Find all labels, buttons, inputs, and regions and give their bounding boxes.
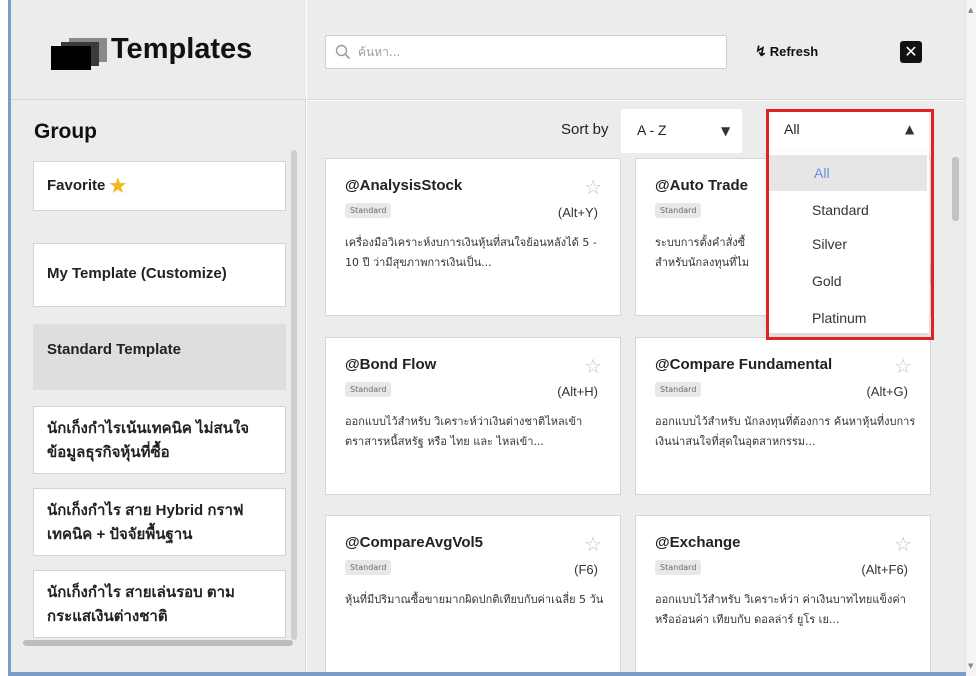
search-icon: [335, 44, 351, 60]
card-title: @Compare Fundamental: [655, 356, 833, 373]
chevron-up-icon: ▲: [905, 122, 915, 136]
tier-badge: Standard: [345, 560, 392, 575]
template-card-compare-fundamental[interactable]: @Compare Fundamental ☆ Standard (Alt+G) …: [635, 337, 931, 495]
sidebar-item-label: นักเก็งกำไร สายเล่นรอบ ตามกระแสเงินต่างช…: [47, 584, 235, 625]
card-description: หุ้นที่มีปริมาณซื้อขายมากผิดปกติเทียบกับ…: [345, 593, 604, 606]
sidebar-item-label: นักเก็งกำไร สาย Hybrid กราฟเทคนิค + ปัจจ…: [47, 502, 244, 543]
sidebar-item-my-template[interactable]: My Template (Customize): [33, 243, 286, 307]
card-description: ระบบการตั้งคำสั่งซื้ สำหรับนักลงทุนที่ไม: [655, 236, 750, 269]
shortcut-key: (F6): [574, 562, 598, 577]
filter-option-silver[interactable]: Silver: [767, 226, 929, 262]
window-edge: [8, 672, 966, 676]
content-scrollbar[interactable]: [952, 157, 959, 221]
tier-badge: Standard: [655, 560, 702, 575]
templates-content: Sort by A - Z ▼ All ▲ @AnalysisStock ☆ S…: [307, 101, 965, 673]
scroll-down-icon[interactable]: ▼: [968, 662, 973, 670]
window-scrollbar[interactable]: ▲ ▼: [965, 0, 976, 676]
sidebar-item-label: นักเก็งกำไรเน้นเทคนิค ไม่สนใจข้อมูลธุรกิ…: [47, 420, 250, 461]
card-title: @AnalysisStock: [345, 177, 463, 194]
tier-badge: Standard: [345, 203, 392, 218]
filter-dropdown-menu: All Standard Silver Gold Platinum: [767, 151, 929, 333]
card-title: @Exchange: [655, 534, 741, 551]
refresh-button[interactable]: ↯ Refresh: [755, 43, 818, 60]
search-input[interactable]: [358, 40, 718, 64]
close-icon: ✕: [904, 42, 918, 61]
close-button[interactable]: ✕: [900, 41, 922, 63]
sidebar-item-hybrid-trader[interactable]: นักเก็งกำไร สาย Hybrid กราฟเทคนิค + ปัจจ…: [33, 488, 286, 556]
group-sidebar: Templates Group Favorite ★ My Template (C…: [11, 0, 306, 672]
sort-value: A - Z: [637, 122, 667, 138]
filter-option-standard[interactable]: Standard: [767, 192, 929, 228]
card-description: ออกแบบไว้สำหรับ นักลงทุนที่ต้องการ ค้นหา…: [655, 415, 916, 448]
filter-option-gold[interactable]: Gold: [767, 263, 929, 299]
card-title: @Bond Flow: [345, 356, 437, 373]
window-edge: [8, 0, 11, 676]
card-title: @CompareAvgVol5: [345, 534, 483, 551]
card-description: เครื่องมือวิเคราะห์งบการเงินหุ้นที่สนใจย…: [345, 236, 597, 269]
shortcut-key: (Alt+H): [557, 384, 598, 399]
templates-window: Templates Group Favorite ★ My Template (C…: [0, 0, 976, 676]
sort-label: Sort by: [561, 121, 609, 138]
template-card-analysisstock[interactable]: @AnalysisStock ☆ Standard (Alt+Y) เครื่อ…: [325, 158, 621, 316]
filter-value: All: [784, 121, 800, 137]
card-description: ออกแบบไว้สำหรับ วิเคราะห์ว่าเงินต่างชาติ…: [345, 415, 583, 448]
sidebar-item-label: Standard Template: [47, 341, 181, 358]
filter-option-platinum[interactable]: Platinum: [767, 300, 929, 336]
sidebar-item-favorite[interactable]: Favorite ★: [33, 161, 286, 211]
sidebar-item-standard-template[interactable]: Standard Template: [33, 324, 286, 390]
tier-badge: Standard: [655, 203, 702, 218]
refresh-label: Refresh: [769, 44, 819, 59]
refresh-icon: ↯: [755, 43, 767, 59]
search-box[interactable]: [325, 35, 727, 69]
sidebar-item-label: Favorite: [47, 177, 106, 194]
sidebar-horizontal-scrollbar[interactable]: [23, 640, 293, 646]
chevron-down-icon: ▼: [721, 124, 731, 138]
sort-select[interactable]: A - Z ▼: [621, 109, 742, 153]
filter-select[interactable]: All ▲: [767, 111, 929, 151]
template-card-exchange[interactable]: @Exchange ☆ Standard (Alt+F6) ออกแบบไว้ส…: [635, 515, 931, 673]
shortcut-key: (Alt+G): [866, 384, 908, 399]
dropdown-scrollbar[interactable]: [930, 262, 934, 284]
favorite-star-icon[interactable]: ☆: [584, 532, 602, 556]
favorite-star-icon[interactable]: ☆: [584, 175, 602, 199]
tier-badge: Standard: [655, 382, 702, 397]
scroll-up-icon[interactable]: ▲: [968, 6, 973, 14]
sidebar-vertical-scrollbar[interactable]: [291, 150, 297, 640]
favorite-star-icon[interactable]: ☆: [584, 354, 602, 378]
template-card-bond-flow[interactable]: @Bond Flow ☆ Standard (Alt+H) ออกแบบไว้ส…: [325, 337, 621, 495]
toolbar: ↯Refresh ✕: [307, 0, 965, 100]
card-title: @Auto Trade: [655, 177, 748, 194]
sidebar-item-foreign-flow-trader[interactable]: นักเก็งกำไร สายเล่นรอบ ตามกระแสเงินต่างช…: [33, 570, 286, 638]
sidebar-item-label: My Template (Customize): [47, 265, 227, 282]
favorite-star-icon[interactable]: ☆: [894, 532, 912, 556]
brand-header: Templates: [11, 0, 306, 100]
filter-option-all[interactable]: All: [769, 155, 927, 191]
sidebar-item-tech-trader[interactable]: นักเก็งกำไรเน้นเทคนิค ไม่สนใจข้อมูลธุรกิ…: [33, 406, 286, 474]
shortcut-key: (Alt+Y): [557, 205, 598, 220]
group-heading: Group: [34, 120, 97, 143]
favorite-star-icon[interactable]: ☆: [894, 354, 912, 378]
app-title: Templates: [111, 33, 253, 65]
tier-badge: Standard: [345, 382, 392, 397]
template-card-compareavgvol5[interactable]: @CompareAvgVol5 ☆ Standard (F6) หุ้นที่ม…: [325, 515, 621, 673]
shortcut-key: (Alt+F6): [861, 562, 908, 577]
star-icon: ★: [109, 176, 127, 197]
card-description: ออกแบบไว้สำหรับ วิเคราะห์ว่า ค่าเงินบาทไ…: [655, 593, 906, 626]
templates-logo-icon: [51, 38, 107, 70]
